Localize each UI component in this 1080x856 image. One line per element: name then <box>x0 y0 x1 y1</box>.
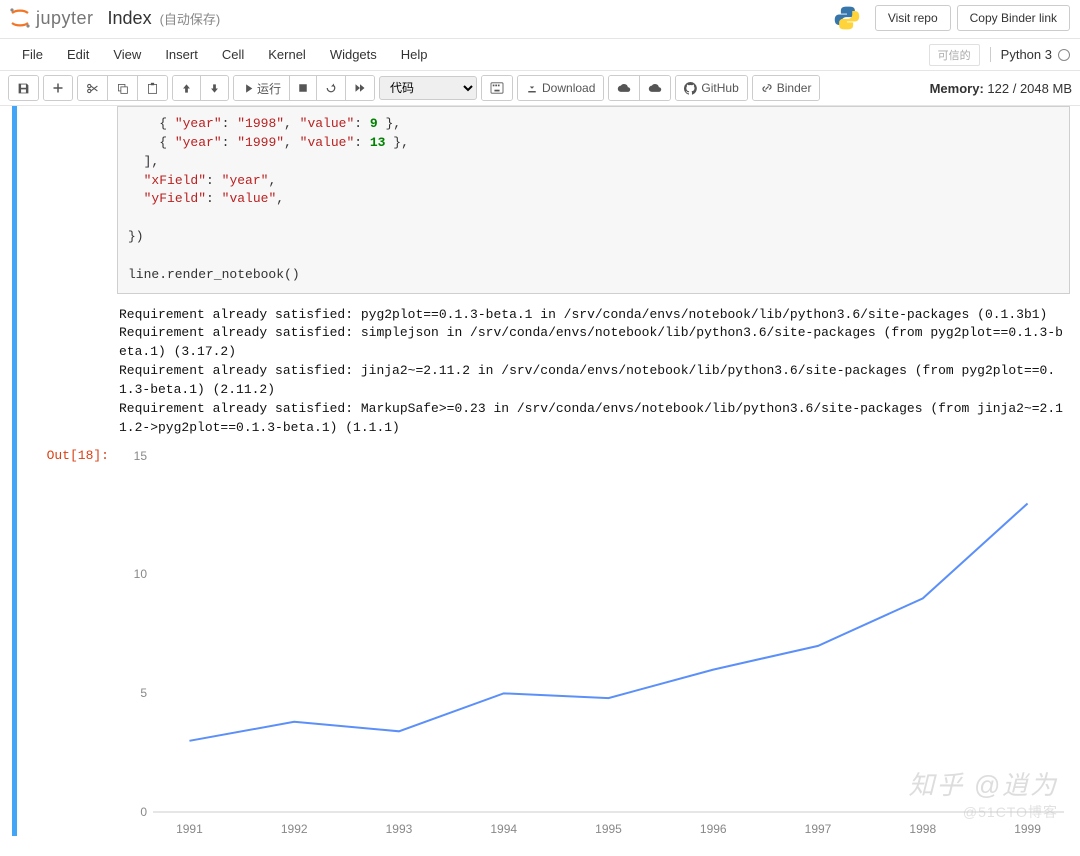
kernel-status-icon <box>1058 49 1070 61</box>
copy-binder-link-button[interactable]: Copy Binder link <box>957 5 1070 31</box>
trusted-badge[interactable]: 可信的 <box>929 44 980 66</box>
binder-label: Binder <box>777 81 812 95</box>
menu-view[interactable]: View <box>101 43 153 66</box>
stdout-output: Requirement already satisfied: pyg2plot=… <box>117 294 1070 442</box>
jupyter-logo-icon <box>8 6 32 30</box>
autosave-status: (自动保存) <box>160 9 221 28</box>
cloud-button-1[interactable] <box>609 76 640 100</box>
plus-icon <box>52 82 64 94</box>
download-icon <box>526 82 538 94</box>
menu-widgets[interactable]: Widgets <box>318 43 389 66</box>
binder-button[interactable]: Binder <box>753 76 820 100</box>
visit-repo-button[interactable]: Visit repo <box>875 5 951 31</box>
kernel-name: Python 3 <box>1001 47 1052 62</box>
cloud-download-icon <box>617 82 631 94</box>
menu-edit[interactable]: Edit <box>55 43 101 66</box>
restart-button[interactable] <box>317 76 346 100</box>
notebook-title[interactable]: Index <box>108 8 152 29</box>
jupyter-logo[interactable]: jupyter <box>8 6 94 30</box>
download-label: Download <box>542 81 595 95</box>
stop-button[interactable] <box>290 76 317 100</box>
menu-kernel[interactable]: Kernel <box>256 43 318 66</box>
cloud-button-2[interactable] <box>640 76 670 100</box>
copy-button[interactable] <box>108 76 138 100</box>
line-chart: 知乎 @逍为 @51CTO博客 051015199119921993199419… <box>117 446 1070 836</box>
restart-run-all-button[interactable] <box>346 76 374 100</box>
cell-type-select[interactable]: 代码 <box>379 76 477 100</box>
cloud-upload-icon <box>648 82 662 94</box>
move-down-button[interactable] <box>201 76 228 100</box>
move-up-button[interactable] <box>173 76 201 100</box>
paste-button[interactable] <box>138 76 167 100</box>
code-cell-input[interactable]: { "year": "1998", "value": 9 }, { "year"… <box>117 106 1070 294</box>
link-icon <box>761 82 773 94</box>
paste-icon <box>146 82 159 95</box>
cut-button[interactable] <box>78 76 108 100</box>
arrow-down-icon <box>209 83 220 94</box>
scissors-icon <box>86 82 99 95</box>
fast-forward-icon <box>354 82 366 94</box>
arrow-up-icon <box>181 83 192 94</box>
copy-icon <box>116 82 129 95</box>
menu-help[interactable]: Help <box>389 43 440 66</box>
command-palette-button[interactable] <box>482 76 512 100</box>
output-prompt: Out[18]: <box>47 448 109 463</box>
save-button[interactable] <box>9 76 38 100</box>
github-label: GitHub <box>701 81 738 95</box>
github-button[interactable]: GitHub <box>676 76 746 100</box>
menu-insert[interactable]: Insert <box>153 43 210 66</box>
stop-icon <box>298 83 308 93</box>
save-icon <box>17 82 30 95</box>
menu-cell[interactable]: Cell <box>210 43 256 66</box>
jupyter-logo-text: jupyter <box>36 8 94 29</box>
add-cell-button[interactable] <box>44 76 72 100</box>
run-label: 运行 <box>257 80 281 97</box>
keyboard-icon <box>490 82 504 94</box>
download-button[interactable]: Download <box>518 76 603 100</box>
github-icon <box>684 82 697 95</box>
run-icon <box>242 83 253 94</box>
restart-icon <box>325 82 337 94</box>
memory-indicator: Memory: 122 / 2048 MB <box>930 81 1072 96</box>
run-button[interactable]: 运行 <box>234 76 290 100</box>
menu-file[interactable]: File <box>10 43 55 66</box>
python-logo-icon <box>833 4 861 32</box>
